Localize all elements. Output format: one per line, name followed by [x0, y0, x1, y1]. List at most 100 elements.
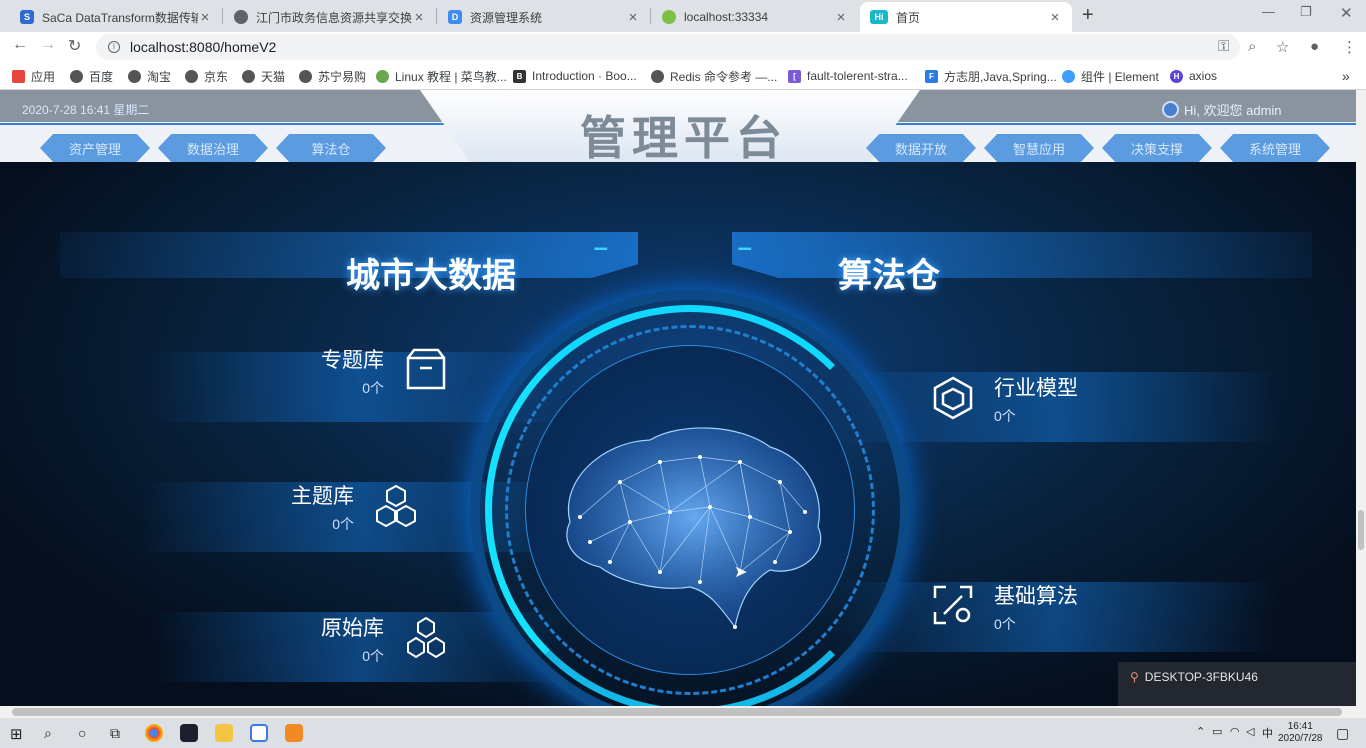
bookmark-tmall[interactable]: 天猫 — [242, 67, 285, 85]
tab-resource[interactable]: D 资源管理系统 × — [438, 2, 650, 32]
bookmark-jd[interactable]: 京东 — [185, 67, 228, 85]
brain-network-icon — [566, 427, 822, 629]
reload-icon[interactable]: ↻ — [68, 36, 81, 56]
close-icon[interactable]: × — [1048, 9, 1062, 26]
volume-icon[interactable]: ◁ — [1246, 725, 1254, 738]
taskbar-clock[interactable]: 16:41 2020/7/28 — [1278, 721, 1323, 745]
nav-algorithm-warehouse[interactable]: 算法仓 — [276, 134, 386, 162]
nav-smart-apps[interactable]: 智慧应用 — [984, 134, 1094, 162]
bookmark-baidu[interactable]: 百度 — [70, 67, 113, 85]
minimize-icon[interactable]: — — [1262, 4, 1275, 19]
globe-icon — [128, 69, 141, 83]
menu-icon[interactable]: ⋮ — [1342, 38, 1357, 56]
close-window-icon[interactable]: ✕ — [1340, 4, 1353, 22]
new-tab-button[interactable]: + — [1082, 4, 1094, 27]
battery-icon[interactable]: ▭ — [1212, 725, 1222, 738]
zoom-icon[interactable]: ⌕ — [1248, 38, 1256, 55]
dashboard-main: ▪▪▪▪▪ ▪▪▪▪▪ 城市大数据 算法仓 专题库 0个 主题库 0个 原始库 … — [0, 162, 1356, 706]
bookmark-taobao[interactable]: 淘宝 — [128, 67, 171, 85]
chrome-icon[interactable] — [145, 724, 163, 742]
maximize-icon[interactable]: ❐ — [1300, 4, 1312, 20]
tab-title: SaCa DataTransform数据传输平 — [42, 10, 198, 25]
nav-system-management[interactable]: 系统管理 — [1220, 134, 1330, 162]
stat-basic-algorithm[interactable]: 基础算法 0个 — [994, 580, 1078, 634]
box-icon — [406, 348, 446, 390]
cubes-icon — [376, 484, 416, 528]
nav-data-open[interactable]: 数据开放 — [866, 134, 976, 162]
windows-taskbar: ⊞ ⌕ ○ ⧉ ⌃ ▭ ◠ ◁ 中 16:41 2020/7/28 ▢ — [0, 718, 1366, 748]
item-count: 0个 — [332, 516, 354, 532]
bookmark-label: 组件 | Element — [1081, 69, 1159, 84]
star-icon[interactable]: ☆ — [1276, 38, 1289, 56]
close-icon[interactable]: × — [834, 9, 848, 26]
back-icon[interactable]: ← — [12, 36, 28, 54]
vertical-scrollbar[interactable] — [1356, 90, 1366, 706]
tab-home[interactable]: Hi 首页 × — [860, 2, 1072, 32]
bookmark-apps[interactable]: 应用 — [12, 67, 55, 85]
book-icon: B — [513, 69, 526, 83]
item-name: 原始库 — [321, 617, 384, 640]
clock-date: 2020/7/28 — [1278, 733, 1323, 744]
saca-icon: S — [20, 10, 34, 24]
left-panel-title: 城市大数据 — [346, 257, 516, 295]
intellij-icon[interactable] — [180, 724, 198, 742]
bookmark-suning[interactable]: 苏宁易购 — [299, 67, 366, 85]
remote-desktop-overlay[interactable]: ⚲ DESKTOP-3FBKU46 — [1118, 662, 1356, 706]
tray-chevron-icon[interactable]: ⌃ — [1196, 725, 1205, 738]
close-icon[interactable]: × — [626, 9, 640, 26]
user-greeting[interactable]: Hi, 欢迎您 admin — [1162, 100, 1282, 119]
file-explorer-icon[interactable] — [215, 724, 233, 742]
bookmark-axios[interactable]: Haxios — [1170, 67, 1217, 85]
key-icon[interactable]: ⚿ — [1218, 38, 1229, 55]
app-icon[interactable] — [285, 724, 303, 742]
nav-decision-support[interactable]: 决策支撑 — [1102, 134, 1212, 162]
url-text: localhost:8080/homeV2 — [130, 39, 277, 55]
wifi-icon[interactable]: ◠ — [1230, 725, 1240, 738]
cortana-icon[interactable]: ○ — [78, 725, 86, 741]
profile-icon[interactable]: ● — [1310, 38, 1319, 55]
task-view-icon[interactable]: ⧉ — [110, 725, 120, 742]
right-panel-banner — [732, 232, 1312, 278]
nav-data-governance[interactable]: 数据治理 — [158, 134, 268, 162]
search-icon[interactable]: ⌕ — [44, 725, 52, 742]
element-icon — [1062, 69, 1075, 83]
item-count: 0个 — [362, 380, 384, 396]
item-count: 0个 — [362, 648, 384, 664]
tab-title: 首页 — [896, 10, 921, 25]
current-datetime: 2020-7-28 16:41 星期二 — [22, 103, 150, 117]
close-icon[interactable]: × — [412, 9, 426, 26]
stat-industry-model[interactable]: 行业模型 0个 — [994, 372, 1078, 426]
windows-start-icon[interactable]: ⊞ — [10, 725, 23, 743]
tab-jiangmen[interactable]: 江门市政务信息资源共享交换平 × — [224, 2, 436, 32]
bookmark-fault-tolerent[interactable]: [fault-tolerent-stra... — [788, 67, 908, 85]
bookmark-gitbook[interactable]: B Introduction · Boo... — [513, 67, 637, 85]
f-icon: F — [925, 69, 938, 83]
hexagons-icon — [407, 616, 445, 659]
bookmark-runoob[interactable]: Linux 教程 | 菜鸟教... — [376, 67, 507, 85]
bookmarks-more[interactable]: » — [1342, 67, 1350, 85]
apps-grid-icon — [12, 69, 25, 83]
bookmark-label: 百度 — [89, 69, 114, 84]
tab-saca[interactable]: S SaCa DataTransform数据传输平 × — [10, 2, 222, 32]
stat-raw-library[interactable]: 原始库 0个 — [318, 612, 384, 666]
bookmark-redis[interactable]: Redis 命令参考 —... — [651, 67, 777, 85]
nav-asset-management[interactable]: 资产管理 — [40, 134, 150, 162]
notification-icon[interactable]: ▢ — [1336, 725, 1349, 742]
top-header: 2020-7-28 16:41 星期二 Hi, 欢迎您 admin 管理平台 资… — [0, 90, 1356, 164]
stat-topic-library[interactable]: 主题库 0个 — [288, 480, 354, 534]
stat-special-library[interactable]: 专题库 0个 — [318, 344, 384, 398]
media-player-icon[interactable] — [250, 724, 268, 742]
item-count: 0个 — [994, 408, 1016, 424]
tab-title: 江门市政务信息资源共享交换平 — [256, 10, 412, 25]
bookmark-element[interactable]: 组件 | Element — [1062, 67, 1159, 85]
item-name: 基础算法 — [994, 585, 1078, 608]
horizontal-scrollbar[interactable] — [0, 706, 1366, 718]
bookmark-fangzhipeng[interactable]: F 方志朋,Java,Spring... — [925, 67, 1057, 85]
right-panel-title: 算法仓 — [838, 257, 940, 295]
info-icon[interactable]: i — [108, 41, 120, 53]
close-icon[interactable]: × — [198, 9, 212, 26]
url-bar[interactable]: i localhost:8080/homeV2 — [96, 34, 1240, 60]
tab-localhost-33334[interactable]: localhost:33334 × — [652, 2, 858, 32]
ime-icon[interactable]: 中 — [1262, 725, 1273, 741]
forward-icon[interactable]: → — [40, 36, 56, 54]
